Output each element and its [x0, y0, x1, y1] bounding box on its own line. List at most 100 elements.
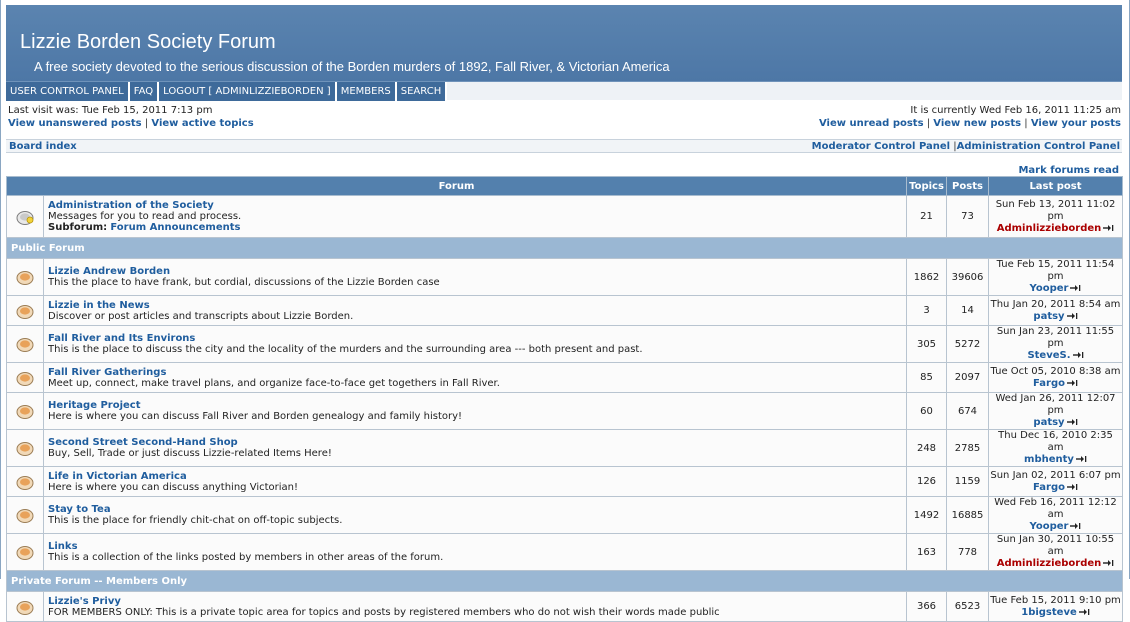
goto-last-post-icon[interactable] [1103, 559, 1114, 567]
view-unanswered-link[interactable]: View unanswered posts [8, 118, 142, 129]
goto-last-post-icon[interactable] [1075, 455, 1087, 463]
nav-search[interactable]: SEARCH [396, 82, 448, 101]
goto-last-post-icon[interactable] [1066, 312, 1078, 320]
view-unread-link[interactable]: View unread posts [819, 118, 924, 129]
nav-faq[interactable]: FAQ [129, 82, 160, 101]
last-post-author-link[interactable]: patsy [1033, 417, 1064, 428]
last-post-author-link[interactable]: Adminlizzieborden [997, 223, 1102, 234]
forum-read-icon [16, 546, 34, 560]
forum-read-icon [16, 405, 34, 419]
last-post-cell: Tue Oct 05, 2010 8:38 am Fargo [988, 362, 1123, 393]
last-post-author-link[interactable]: SteveS. [1027, 350, 1070, 361]
last-post-author-link[interactable]: mbhenty [1024, 454, 1074, 465]
posts-count: 14 [946, 295, 989, 326]
goto-last-post-icon[interactable] [1070, 284, 1081, 292]
last-post-date: Sun Jan 23, 2011 11:55 pm [996, 326, 1115, 349]
goto-last-post-icon[interactable] [1103, 224, 1114, 232]
topics-count: 1862 [906, 258, 947, 296]
last-post-author-link[interactable]: Yooper [1030, 521, 1069, 532]
forum-unread-icon [16, 210, 34, 225]
last-post-author-link[interactable]: 1bigsteve [1021, 607, 1077, 618]
forum-row: Administration of the Society Messages f… [6, 195, 1123, 238]
forum-title-link[interactable]: Fall River Gatherings [48, 367, 906, 378]
forum-icon-cell [6, 496, 44, 534]
last-post-date: Thu Jan 20, 2011 8:54 am [990, 298, 1121, 310]
nav-user-control-panel[interactable]: USER CONTROL PANEL [6, 82, 130, 101]
forum-description: This is the place to discuss the city an… [48, 344, 643, 355]
last-post-cell: Tue Feb 15, 2011 11:54 pm Yooper [988, 258, 1123, 296]
table-header: Forum Topics Posts Last post [6, 176, 1123, 196]
forum-read-icon [16, 475, 34, 490]
category-title-link[interactable]: Private Forum -- Members Only [6, 570, 1123, 592]
forum-info-cell: Heritage Project Here is where you can d… [43, 392, 907, 430]
last-post-date: Tue Feb 15, 2011 11:54 pm [996, 259, 1115, 282]
topics-count: 305 [906, 325, 947, 363]
forum-title-link[interactable]: Links [48, 541, 906, 552]
forum-title-link[interactable]: Lizzie's Privy [48, 596, 906, 607]
nav-logout[interactable]: LOGOUT [ ADMINLIZZIEBORDEN ] [159, 82, 337, 101]
forum-description: Here is where you can discuss anything V… [48, 481, 299, 493]
forum-title-link[interactable]: Lizzie Andrew Borden [48, 266, 906, 277]
forum-title-link[interactable]: Stay to Tea [48, 504, 906, 515]
goto-last-post-icon[interactable] [1070, 522, 1081, 530]
admin-cp-link[interactable]: Administration Control Panel [957, 141, 1120, 152]
last-post-date: Tue Feb 15, 2011 9:10 pm [990, 594, 1121, 606]
goto-last-post-icon[interactable] [1066, 418, 1078, 426]
last-post-date: Thu Dec 16, 2010 2:35 am [998, 430, 1113, 453]
moderator-cp-link[interactable]: Moderator Control Panel [812, 141, 950, 152]
topics-count: 163 [906, 533, 947, 571]
subforum-link[interactable]: Forum Announcements [110, 222, 240, 233]
posts-count: 16885 [946, 496, 989, 534]
forum-info-cell: Lizzie's Privy FOR MEMBERS ONLY: This is… [43, 591, 907, 622]
forum-description: This the place to have frank, but cordia… [48, 277, 440, 288]
forum-icon-cell [6, 258, 44, 296]
forum-title-link[interactable]: Life in Victorian America [48, 471, 906, 482]
site-title[interactable]: Lizzie Borden Society Forum [20, 31, 276, 54]
forum-row: Life in Victorian America Here is where … [6, 466, 1123, 497]
last-post-cell: Thu Dec 16, 2010 2:35 am mbhenty [988, 429, 1123, 467]
last-post-author-link[interactable]: Adminlizzieborden [997, 558, 1102, 569]
current-time-text: It is currently Wed Feb 16, 2011 11:25 a… [910, 105, 1121, 116]
forum-title-link[interactable]: Second Street Second-Hand Shop [48, 437, 906, 448]
last-post-author-link[interactable]: Fargo [1033, 482, 1065, 493]
forum-read-icon [16, 600, 34, 615]
forum-row: Fall River Gatherings Meet up, connect, … [6, 362, 1123, 393]
view-your-posts-link[interactable]: View your posts [1031, 118, 1121, 129]
category-title-link[interactable]: Public Forum [6, 237, 1123, 259]
forum-title-link[interactable]: Administration of the Society [48, 200, 906, 211]
topics-count: 21 [906, 195, 947, 238]
separator: | [144, 118, 149, 129]
forum-table: Forum Topics Posts Last post Administrat… [6, 176, 1123, 622]
forum-read-icon [16, 371, 34, 386]
forum-info-cell: Second Street Second-Hand Shop Buy, Sell… [43, 429, 907, 467]
last-post-author-link[interactable]: Fargo [1033, 378, 1065, 389]
forum-description: Meet up, connect, make travel plans, and… [48, 377, 500, 389]
forum-icon-cell [6, 195, 44, 238]
forum-description: Messages for you to read and process. [48, 211, 242, 222]
last-post-date: Wed Feb 16, 2011 12:12 am [994, 497, 1117, 520]
goto-last-post-icon[interactable] [1066, 379, 1078, 387]
forum-title-link[interactable]: Heritage Project [48, 400, 906, 411]
view-new-link[interactable]: View new posts [933, 118, 1021, 129]
last-post-cell: Wed Jan 26, 2011 12:07 pm patsy [988, 392, 1123, 430]
forum-info-cell: Links This is a collection of the links … [43, 533, 907, 571]
forum-read-icon [16, 271, 34, 285]
category-row: Public Forum [6, 237, 1123, 259]
board-index-link[interactable]: Board index [9, 141, 77, 152]
goto-last-post-icon[interactable] [1066, 483, 1078, 491]
last-visit-text: Last visit was: Tue Feb 15, 2011 7:13 pm [8, 105, 213, 116]
last-post-author-link[interactable]: patsy [1033, 311, 1064, 322]
page: Lizzie Borden Society Forum A free socie… [0, 0, 1130, 622]
last-post-author-link[interactable]: Yooper [1030, 283, 1069, 294]
forum-icon-cell [6, 295, 44, 326]
goto-last-post-icon[interactable] [1078, 608, 1090, 616]
forum-title-link[interactable]: Lizzie in the News [48, 300, 906, 311]
nav-members[interactable]: MEMBERS [336, 82, 397, 101]
goto-last-post-icon[interactable] [1072, 351, 1084, 359]
forum-title-link[interactable]: Fall River and Its Environs [48, 333, 906, 344]
posts-count: 5272 [946, 325, 989, 363]
last-post-cell: Sun Jan 30, 2011 10:55 am Adminlizziebor… [988, 533, 1123, 571]
view-active-link[interactable]: View active topics [151, 118, 253, 129]
mark-forums-read-link[interactable]: Mark forums read [1018, 165, 1119, 176]
site-description: A free society devoted to the serious di… [34, 59, 670, 74]
